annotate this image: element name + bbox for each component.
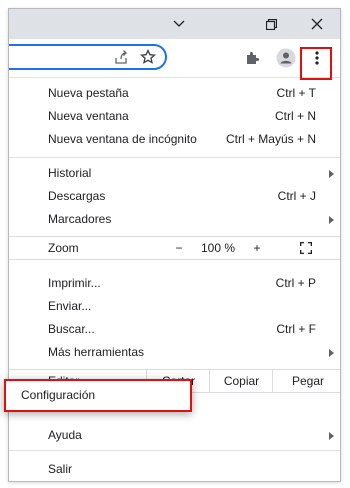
menu-item-label: Historial: [48, 166, 92, 180]
address-bar[interactable]: [9, 44, 167, 70]
menu-item-more-tools[interactable]: Más herramientas: [9, 341, 340, 364]
menu-item-label: Enviar...: [48, 299, 92, 313]
menu-item-history[interactable]: Historial: [9, 162, 340, 185]
fullscreen-icon[interactable]: [295, 237, 317, 259]
zoom-label: Zoom: [48, 241, 79, 255]
menu-item-exit[interactable]: Salir: [9, 458, 340, 481]
menu-item-shortcut: Ctrl + N: [274, 109, 316, 123]
browser-toolbar: [9, 39, 340, 78]
close-icon[interactable]: [295, 9, 339, 39]
menu-item-new-tab[interactable]: Nueva pestaña Ctrl + T: [9, 82, 340, 105]
menu-item-cast[interactable]: Enviar...: [9, 295, 340, 318]
menu-item-label: Descargas: [48, 189, 106, 203]
chevron-down-icon[interactable]: [157, 9, 201, 39]
submenu-arrow-icon: [329, 216, 334, 224]
menu-item-label: Configuración: [21, 388, 96, 402]
menu-item-label: Salir: [48, 462, 73, 476]
zoom-row: Zoom − 100 % +: [9, 236, 340, 260]
extensions-icon[interactable]: [240, 46, 264, 70]
menu-separator: [9, 450, 340, 451]
restore-icon[interactable]: [249, 9, 293, 39]
menu-separator: [9, 157, 340, 158]
submenu-arrow-icon: [329, 432, 334, 440]
menu-item-label: Ayuda: [48, 428, 82, 442]
menu-item-label: Nueva pestaña: [48, 86, 129, 100]
menu-item-downloads[interactable]: Descargas Ctrl + J: [9, 185, 340, 208]
share-icon[interactable]: [109, 45, 133, 69]
zoom-in-button[interactable]: +: [245, 237, 269, 259]
menu-item-label: Nueva ventana de incógnito: [48, 132, 197, 146]
bookmark-star-icon[interactable]: [136, 45, 160, 69]
menu-item-label: Buscar...: [48, 322, 95, 336]
menu-item-shortcut: Ctrl + F: [276, 322, 316, 336]
menu-item-shortcut: Ctrl + T: [276, 86, 316, 100]
menu-item-settings[interactable]: Configuración: [4, 379, 192, 412]
menu-item-label: Nueva ventana: [48, 109, 129, 123]
menu-button-highlight: [300, 47, 332, 80]
menu-item-incognito[interactable]: Nueva ventana de incógnito Ctrl + Mayús …: [9, 128, 340, 151]
menu-item-label: Marcadores: [48, 212, 112, 226]
menu-item-find[interactable]: Buscar... Ctrl + F: [9, 318, 340, 341]
menu-item-shortcut: Ctrl + Mayús + N: [225, 132, 316, 146]
title-bar: [9, 9, 340, 39]
copy-button[interactable]: Copiar: [209, 370, 273, 392]
menu-item-label: Imprimir...: [48, 276, 101, 290]
menu-item-help[interactable]: Ayuda: [9, 424, 340, 447]
zoom-out-button[interactable]: −: [167, 237, 191, 259]
menu-item-bookmarks[interactable]: Marcadores: [9, 208, 340, 231]
paste-button[interactable]: Pegar: [272, 370, 340, 392]
zoom-level: 100 %: [200, 241, 236, 255]
menu-item-label: Más herramientas: [48, 345, 145, 359]
menu-item-shortcut: Ctrl + P: [275, 276, 316, 290]
menu-item-shortcut: Ctrl + J: [277, 189, 316, 203]
submenu-arrow-icon: [329, 170, 334, 178]
menu-item-print[interactable]: Imprimir... Ctrl + P: [9, 272, 340, 295]
menu-item-new-window[interactable]: Nueva ventana Ctrl + N: [9, 105, 340, 128]
profile-icon[interactable]: [274, 46, 298, 70]
submenu-arrow-icon: [329, 349, 334, 357]
